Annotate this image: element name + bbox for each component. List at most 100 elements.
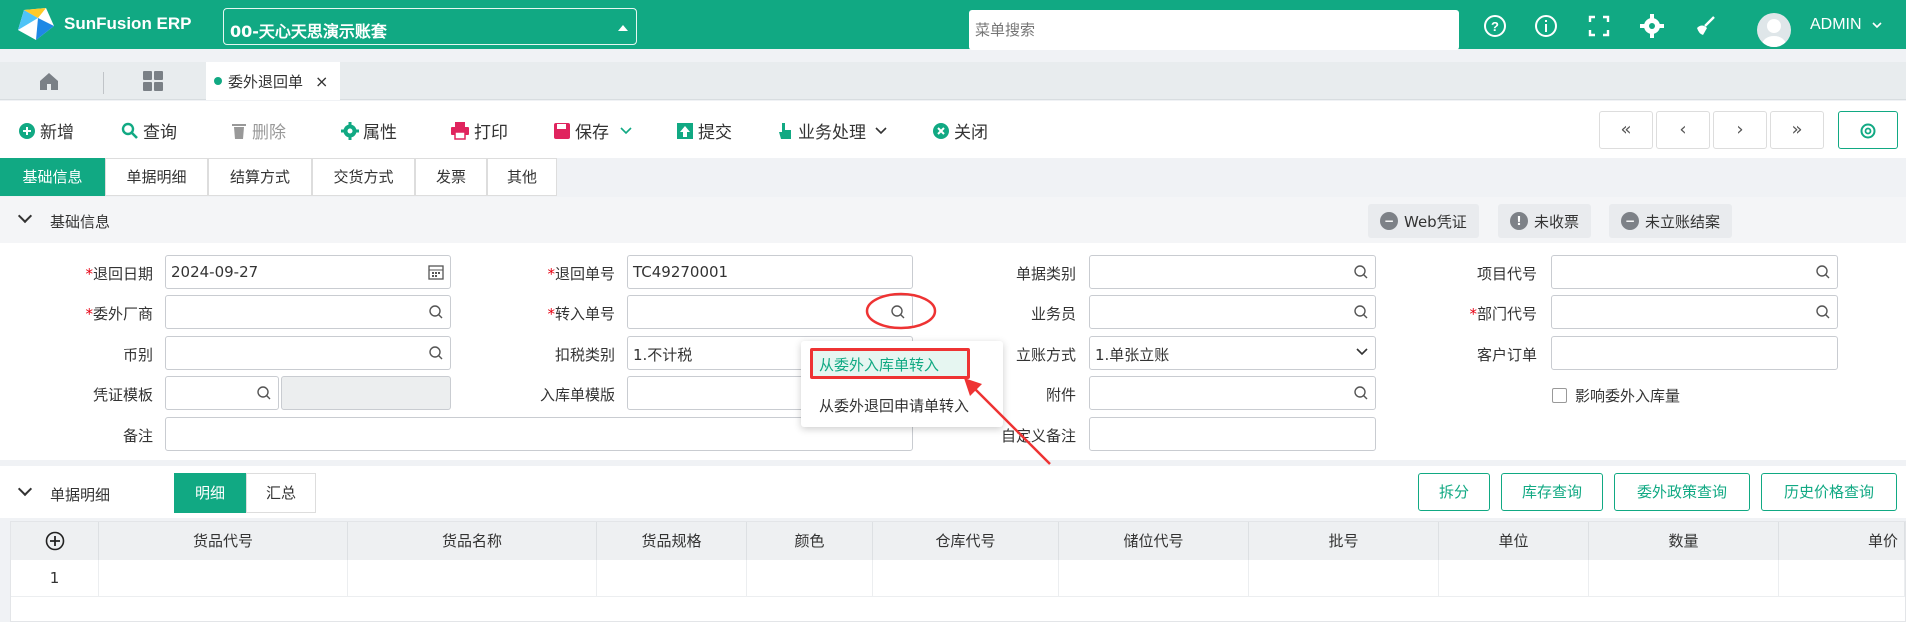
app-logo[interactable]: SunFusion ERP [16, 6, 192, 42]
first-record-button[interactable]: « [1599, 111, 1653, 149]
detail-tab-detail[interactable]: 明细 [174, 473, 246, 513]
salesman-field[interactable] [1089, 295, 1376, 329]
submit-label: 提交 [698, 123, 732, 143]
menu-item-from-return-request[interactable]: 从委外退回申请单转入 [819, 395, 969, 416]
tab-doc-detail[interactable]: 单据明细 [105, 158, 208, 196]
affect-instock-checkbox[interactable]: 影响委外入库量 [1552, 385, 1680, 406]
user-menu[interactable]: ADMIN [1810, 16, 1882, 34]
chevron-down-icon[interactable] [619, 126, 633, 136]
column-header[interactable]: 数量 [1589, 522, 1779, 560]
account-name: 00-天心天思演示账套 [230, 22, 387, 41]
info-icon[interactable] [1534, 14, 1558, 38]
split-button[interactable]: 拆分 [1418, 473, 1490, 511]
last-record-button[interactable]: » [1770, 111, 1824, 149]
policy-query-button[interactable]: 委外政策查询 [1614, 473, 1750, 511]
stock-query-button[interactable]: 库存查询 [1501, 473, 1603, 511]
next-record-button[interactable]: › [1713, 111, 1767, 149]
search-icon[interactable] [1815, 304, 1831, 320]
tab-delivery[interactable]: 交货方式 [312, 158, 415, 196]
tab-other[interactable]: 其他 [487, 158, 557, 196]
help-icon[interactable]: ? [1483, 14, 1507, 38]
table-cell[interactable] [1059, 560, 1249, 597]
column-header[interactable]: 货品名称 [348, 522, 597, 560]
properties-button[interactable]: 属性 [341, 118, 397, 143]
currency-field[interactable] [165, 336, 451, 370]
broom-clean-icon[interactable] [1694, 14, 1718, 38]
tab-invoice[interactable]: 发票 [415, 158, 487, 196]
column-header[interactable]: 仓库代号 [873, 522, 1059, 560]
avatar[interactable] [1757, 13, 1791, 47]
return-date-field[interactable]: 2024-09-27 [165, 255, 451, 289]
column-header[interactable]: 批号 [1249, 522, 1439, 560]
table-cell[interactable] [1249, 560, 1439, 597]
chevron-down-icon[interactable] [17, 481, 33, 497]
menu-item-from-instock[interactable]: 从委外入库单转入 [819, 354, 939, 375]
voucher-template-name [281, 376, 451, 410]
print-button[interactable]: 打印 [450, 118, 508, 143]
prev-record-button[interactable]: ‹ [1656, 111, 1710, 149]
plus-circle-icon [19, 122, 35, 139]
tab-settlement[interactable]: 结算方式 [208, 158, 312, 196]
web-voucher-button[interactable]: − Web凭证 [1368, 204, 1479, 238]
column-header[interactable]: 储位代号 [1059, 522, 1249, 560]
query-button[interactable]: 查询 [121, 118, 177, 143]
delete-button[interactable]: 删除 [230, 118, 286, 143]
table-cell[interactable] [1779, 560, 1905, 597]
table-cell[interactable] [348, 560, 597, 597]
column-header[interactable]: 货品规格 [597, 522, 747, 560]
table-cell[interactable] [1589, 560, 1779, 597]
return-no-field[interactable]: TC49270001 [627, 255, 913, 289]
table-cell[interactable] [873, 560, 1059, 597]
voucher-template-field[interactable] [165, 376, 279, 410]
home-icon[interactable] [38, 70, 60, 92]
plus-circle-icon[interactable] [45, 531, 65, 551]
uncollected-invoice-button[interactable]: ! 未收票 [1498, 204, 1592, 238]
close-button[interactable]: 关闭 [932, 118, 988, 143]
settings-gear-icon[interactable] [1640, 14, 1664, 38]
tab-basic-info[interactable]: 基础信息 [0, 158, 105, 196]
search-icon[interactable] [428, 304, 444, 320]
vendor-field[interactable] [165, 295, 451, 329]
save-button[interactable]: 保存 [553, 118, 633, 143]
unsettled-button[interactable]: − 未立账结案 [1609, 204, 1733, 238]
project-field[interactable] [1551, 255, 1838, 289]
custom-remark-field[interactable] [1089, 417, 1376, 451]
submit-button[interactable]: 提交 [676, 118, 732, 143]
search-icon[interactable] [1353, 304, 1369, 320]
column-header[interactable]: 单位 [1439, 522, 1589, 560]
table-cell[interactable] [99, 560, 348, 597]
column-header[interactable]: 货品代号 [99, 522, 348, 560]
price-history-button[interactable]: 历史价格查询 [1761, 473, 1897, 511]
close-icon[interactable]: × [315, 72, 328, 91]
fullscreen-icon[interactable] [1587, 14, 1611, 38]
search-icon[interactable] [1353, 264, 1369, 280]
search-icon[interactable] [428, 345, 444, 361]
doc-type-field[interactable] [1089, 255, 1376, 289]
search-icon[interactable] [1815, 264, 1831, 280]
chevron-down-icon[interactable] [1355, 345, 1369, 359]
cust-order-field[interactable] [1551, 336, 1838, 370]
toolbar-settings-button[interactable] [1838, 111, 1898, 149]
tab-return-doc[interactable]: 委外退回单 × [206, 62, 340, 100]
dept-field[interactable] [1551, 295, 1838, 329]
add-row-header[interactable] [11, 522, 99, 560]
account-method-select[interactable]: 1.单张立账 [1089, 336, 1376, 370]
detail-tab-summary[interactable]: 汇总 [246, 473, 316, 513]
business-process-button[interactable]: 业务处理 [778, 118, 888, 143]
chevron-down-icon[interactable] [17, 208, 33, 224]
grid-apps-icon[interactable] [142, 70, 164, 92]
account-selector[interactable]: 00-天心天思演示账套 [223, 8, 637, 45]
checkbox-box[interactable] [1552, 388, 1567, 403]
new-button[interactable]: 新增 [18, 118, 74, 143]
menu-search-input[interactable] [969, 10, 1459, 50]
table-cell[interactable] [1439, 560, 1589, 597]
calendar-icon[interactable] [428, 264, 444, 280]
column-header[interactable]: 颜色 [747, 522, 873, 560]
table-cell[interactable] [747, 560, 873, 597]
table-cell[interactable] [597, 560, 747, 597]
attachment-field[interactable] [1089, 376, 1376, 410]
column-header[interactable]: 单价 [1779, 522, 1905, 560]
currency-label: 币别 [122, 346, 153, 364]
search-icon[interactable] [1353, 385, 1369, 401]
search-icon[interactable] [256, 385, 272, 401]
